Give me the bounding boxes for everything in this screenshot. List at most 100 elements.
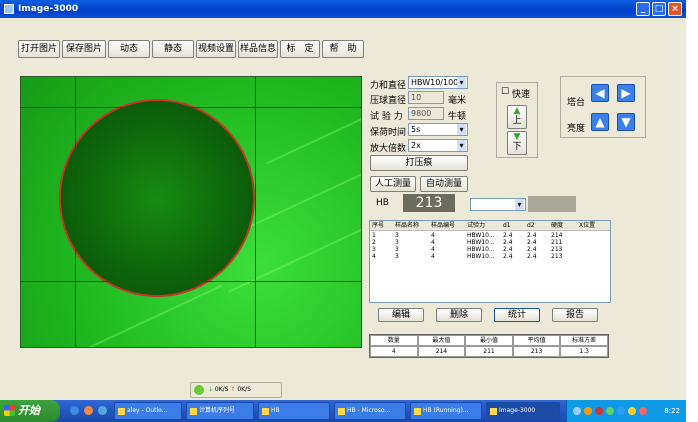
brightness-down-arrow-icon[interactable]: ▼: [617, 113, 635, 131]
stage-label: 塔台: [567, 98, 586, 108]
hb-label: HB: [376, 198, 389, 208]
col-sample-name: 样品名称: [395, 222, 420, 229]
task-hb-word[interactable]: HB - Microso...: [334, 402, 406, 420]
col-d2: d2: [527, 222, 535, 229]
tray-icon[interactable]: [617, 407, 625, 415]
task-image-3000[interactable]: Image-3000: [486, 402, 560, 420]
down-arrow-icon: ▼: [513, 132, 521, 142]
start-button[interactable]: 开始: [0, 400, 60, 422]
tray-icon[interactable]: [595, 407, 603, 415]
fast-checkbox-box[interactable]: ☐: [501, 87, 509, 97]
upload-speed: 0K/S: [237, 386, 251, 393]
close-button[interactable]: ×: [668, 2, 682, 16]
maximize-button[interactable]: □: [652, 2, 666, 16]
measure-line-top[interactable]: [21, 107, 361, 108]
tray-icon[interactable]: [573, 407, 581, 415]
col-index: 序号: [372, 222, 385, 229]
task-hb[interactable]: HB: [258, 402, 330, 420]
stage-left-arrow-icon[interactable]: ◀: [591, 84, 609, 102]
tray-icon[interactable]: [639, 407, 647, 415]
make-indent-button[interactable]: 打压痕: [370, 155, 468, 171]
windows-logo-icon: [4, 405, 15, 416]
col-test-force: 试验力: [467, 222, 486, 229]
video-settings-button[interactable]: 视频设置: [196, 40, 236, 58]
desktop-icon[interactable]: [98, 406, 107, 415]
table-row[interactable]: 3 3 4 HBW10... 2.4 2.4 213: [370, 245, 610, 252]
hold-time-select[interactable]: 5s: [408, 123, 468, 136]
auto-measure-button[interactable]: 自动测量: [420, 176, 468, 192]
minimize-button[interactable]: _: [636, 2, 650, 16]
col-sample-no: 样品编号: [431, 222, 456, 229]
ball-diameter-field[interactable]: 10: [408, 91, 444, 104]
stat-header-min: 最小值: [465, 335, 513, 346]
tray-icon[interactable]: [584, 407, 592, 415]
stat-min: 211: [465, 346, 513, 357]
task-hb-running[interactable]: HB (Running)...: [410, 402, 482, 420]
help-button[interactable]: 帮 助: [322, 40, 364, 58]
speed-panel: ☐ 快速 ▲ 上 ▼ 下: [496, 82, 538, 158]
window-title: Image-3000: [18, 4, 79, 14]
delete-button[interactable]: 删除: [436, 308, 482, 322]
edit-button[interactable]: 编辑: [378, 308, 424, 322]
task-serial[interactable]: 计算机序列号: [186, 402, 254, 420]
stat-avg: 213: [512, 346, 561, 357]
network-speed-bar[interactable]: ↓ 0K/S ↑ 0K/S: [190, 382, 282, 398]
indentation-circle: [59, 99, 255, 297]
start-label: 开始: [18, 404, 40, 417]
sample-info-button[interactable]: 样品信息: [238, 40, 278, 58]
results-table[interactable]: 序号 样品名称 样品编号 试验力 d1 d2 硬度 X位置 1 3 4 HBW10..…: [369, 220, 611, 303]
table-row[interactable]: 4 3 4 HBW10... 2.4 2.4 213: [370, 252, 610, 259]
hb-unit-select[interactable]: [470, 198, 526, 211]
stat-stddev: 1.3: [560, 346, 608, 357]
statistics-table: 数量 最大值 最小值 平均值 标准方差 4 214 211 213 1.3: [369, 334, 609, 358]
down-button[interactable]: ▼ 下: [507, 131, 527, 155]
col-hardness: 硬度: [551, 222, 564, 229]
test-force-label: 试 验 力: [370, 112, 403, 122]
stat-header-stddev: 标准方差: [560, 335, 608, 346]
network-icon: [194, 385, 204, 395]
force-diameter-select[interactable]: HBW10/1000: [408, 76, 468, 89]
manual-measure-button[interactable]: 人工测量: [370, 176, 416, 192]
camera-image-view[interactable]: [20, 76, 362, 348]
test-force-field[interactable]: 9800: [408, 107, 444, 120]
save-image-button[interactable]: 保存图片: [62, 40, 106, 58]
dynamic-button[interactable]: 动态: [108, 40, 150, 58]
hold-time-label: 保荷时间: [370, 128, 407, 138]
ball-diameter-label: 压球直径: [370, 96, 407, 106]
up-button-label: 上: [512, 116, 522, 126]
static-button[interactable]: 静态: [152, 40, 194, 58]
clock[interactable]: 8:22: [664, 400, 680, 422]
stat-header-avg: 平均值: [512, 335, 561, 346]
col-d1: d1: [503, 222, 511, 229]
brightness-label: 亮度: [567, 124, 586, 134]
stat-header-count: 数量: [370, 335, 418, 346]
magnification-select[interactable]: 2x: [408, 139, 468, 152]
stage-right-arrow-icon[interactable]: ▶: [617, 84, 635, 102]
calibrate-button[interactable]: 标 定: [280, 40, 320, 58]
upload-arrow-icon: ↑: [230, 386, 236, 393]
title-bar[interactable]: Image-3000 _ □ ×: [0, 0, 686, 18]
taskbar: 开始 aley - Outlo... 计算机序列号 HB HB - Micros…: [0, 400, 686, 422]
task-outlook[interactable]: aley - Outlo...: [114, 402, 182, 420]
quicklaunch-icon[interactable]: [84, 406, 93, 415]
col-x-position: X位置: [579, 222, 596, 229]
brightness-up-arrow-icon[interactable]: ▲: [591, 113, 609, 131]
stage-panel: 塔台 ◀ ▶ 亮度 ▲ ▼: [560, 76, 646, 138]
hb-value-display: 213: [403, 194, 455, 212]
ie-icon[interactable]: [70, 406, 79, 415]
download-speed: 0K/S: [214, 386, 229, 393]
table-row[interactable]: 2 3 4 HBW10... 2.4 2.4 211: [370, 238, 610, 245]
stat-count: 4: [370, 346, 418, 357]
system-tray: 8:22: [566, 400, 686, 422]
measure-line-left[interactable]: [75, 77, 76, 347]
ball-diameter-unit: 毫米: [448, 96, 467, 106]
tray-icon[interactable]: [628, 407, 636, 415]
measure-line-bottom[interactable]: [21, 281, 361, 282]
up-button[interactable]: ▲ 上: [507, 105, 527, 129]
open-image-button[interactable]: 打开图片: [18, 40, 60, 58]
report-button[interactable]: 报告: [552, 308, 598, 322]
tray-icon[interactable]: [606, 407, 614, 415]
statistics-button[interactable]: 统计: [494, 308, 540, 322]
table-row[interactable]: 1 3 4 HBW10... 2.4 2.4 214: [370, 231, 610, 238]
measure-line-right[interactable]: [255, 77, 256, 347]
